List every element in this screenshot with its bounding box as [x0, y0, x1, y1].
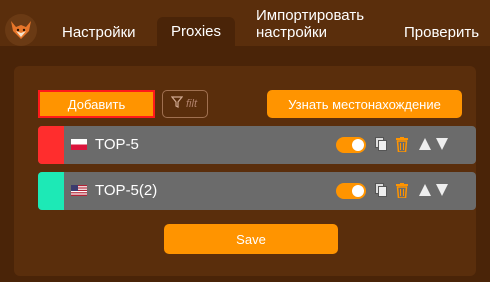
detect-location-label: Узнать местонахождение	[288, 96, 441, 112]
tab-bar: Настройки Proxies Импортировать настройк…	[0, 0, 490, 46]
proxy-name: TOP-5(2)	[95, 182, 158, 199]
proxy-enabled-toggle[interactable]	[336, 183, 366, 199]
proxy-color-strip	[38, 172, 64, 210]
tab-label: Proxies	[171, 23, 222, 40]
proxy-row[interactable]: TOP-5(2)	[38, 172, 476, 210]
tab-label: Настройки	[62, 24, 136, 41]
tab-label: Проверить	[404, 24, 480, 41]
poland-flag-icon	[71, 139, 87, 150]
delete-icon[interactable]	[396, 137, 408, 157]
tab-label: Импортировать настройки	[256, 7, 365, 41]
copy-icon[interactable]	[375, 137, 387, 156]
fox-logo-icon	[5, 14, 37, 46]
tab-check[interactable]: Проверить	[404, 0, 479, 46]
proxy-name: TOP-5	[95, 136, 139, 153]
proxy-color-strip	[38, 126, 64, 164]
proxies-panel: Добавить Узнать местонахождение TOP-5	[0, 46, 490, 282]
move-up-icon[interactable]	[418, 183, 432, 202]
move-down-icon[interactable]	[435, 137, 449, 156]
delete-icon[interactable]	[396, 183, 408, 203]
save-label: Save	[236, 231, 266, 247]
add-proxy-button[interactable]: Добавить	[38, 90, 155, 118]
move-up-icon[interactable]	[418, 137, 432, 156]
filter-input[interactable]	[186, 98, 204, 110]
tab-settings[interactable]: Настройки	[62, 0, 136, 46]
filter-icon	[170, 95, 184, 113]
tab-import-settings[interactable]: Импортировать настройки	[256, 0, 386, 46]
filter-box[interactable]	[162, 90, 208, 118]
usa-flag-icon	[71, 185, 87, 196]
detect-location-button[interactable]: Узнать местонахождение	[267, 90, 462, 118]
tab-proxies[interactable]: Proxies	[157, 17, 236, 46]
move-down-icon[interactable]	[435, 183, 449, 202]
proxy-enabled-toggle[interactable]	[336, 137, 366, 153]
copy-icon[interactable]	[375, 183, 387, 202]
proxies-container: Добавить Узнать местонахождение TOP-5	[14, 66, 476, 276]
add-proxy-label: Добавить	[67, 96, 126, 112]
save-button[interactable]: Save	[164, 224, 338, 254]
proxy-row[interactable]: TOP-5	[38, 126, 476, 164]
